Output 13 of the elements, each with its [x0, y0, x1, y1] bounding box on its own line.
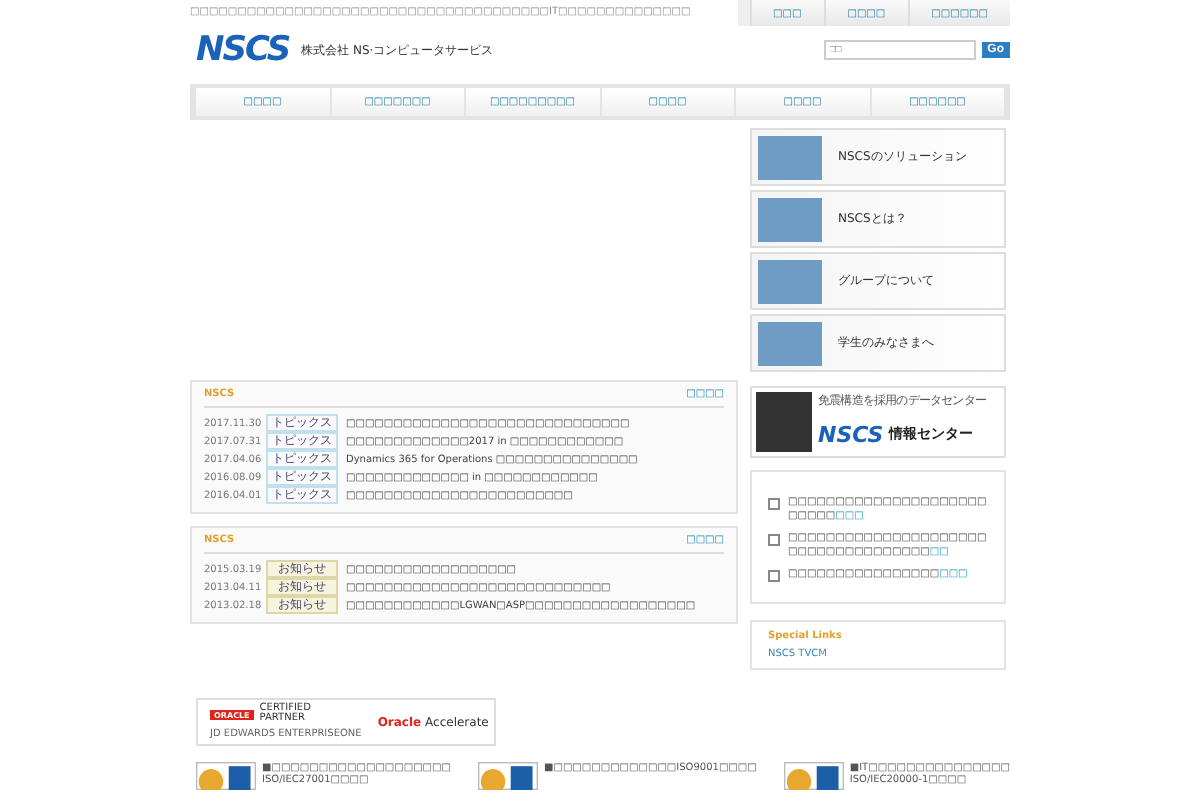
certification-mark-icon	[478, 762, 538, 790]
square-bullet-icon	[768, 534, 780, 546]
banner-photo-placeholder	[758, 259, 822, 303]
logo[interactable]: NSCS	[196, 30, 290, 70]
banner-logo: NSCS	[818, 421, 884, 447]
photo-placeholder	[756, 392, 812, 452]
certification-mark-icon	[196, 762, 256, 790]
banner-photo-placeholder	[758, 135, 822, 179]
certification-mark-icon	[783, 762, 844, 790]
square-bullet-icon	[768, 570, 780, 582]
banner-photo-placeholder	[758, 197, 822, 241]
banner-photo-placeholder	[758, 321, 822, 365]
square-bullet-icon	[768, 498, 780, 510]
